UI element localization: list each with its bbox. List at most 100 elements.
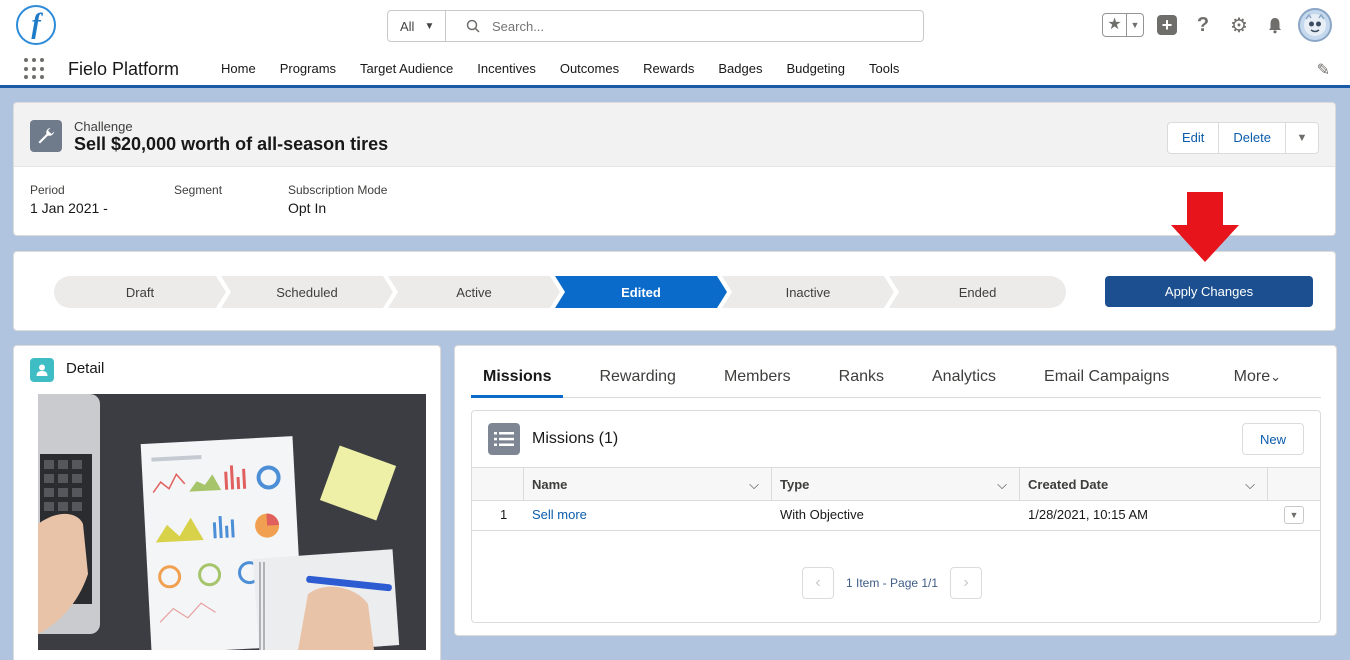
chevron-down-icon[interactable]: ⌵ [1245,468,1255,501]
record-header-top: Challenge Sell $20,000 worth of all-seas… [14,103,1335,167]
nav-item-badges[interactable]: Badges [706,52,774,85]
new-mission-button[interactable]: New [1242,423,1304,455]
app-nav-bar: Fielo Platform Home Programs Target Audi… [0,52,1350,88]
nav-item-rewards[interactable]: Rewards [631,52,706,85]
global-header: f All ▼ ★ ▼ + ? ⚙ [0,0,1350,52]
nav-items: Home Programs Target Audience Incentives… [209,52,911,85]
missions-related-list: Missions (1) New Name ⌵ Type ⌵ Created D… [471,410,1321,623]
search-scope-label: All [400,18,415,34]
app-name: Fielo Platform [68,59,180,79]
path-card: Draft Scheduled Active Edited Inactive E… [13,251,1336,331]
user-contact-icon [30,358,54,382]
column-header-label: Created Date [1028,477,1109,492]
nav-item-programs[interactable]: Programs [268,52,348,85]
row-number: 1 [500,507,508,522]
highlight-fields: Period 1 Jan 2021 - Segment Subscription… [30,183,448,216]
pagination-text: 1 Item - Page 1/1 [846,576,939,590]
record-header: Challenge Sell $20,000 worth of all-seas… [13,102,1336,236]
table-header: Name ⌵ Type ⌵ Created Date ⌵ [472,467,1320,501]
row-number-header [472,468,524,501]
list-icon [488,423,520,455]
pagination: ‹ 1 Item - Page 1/1 › [802,567,983,599]
field-value: Opt In [288,200,327,216]
chevron-down-icon: ▼ [424,20,435,32]
delete-button[interactable]: Delete [1219,123,1286,153]
field-period: Period 1 Jan 2021 - [30,183,174,216]
missions-title: Missions (1) [532,430,619,447]
nav-item-tools[interactable]: Tools [857,52,911,85]
tab-members[interactable]: Members [712,362,803,398]
next-page-chevron-right-icon[interactable]: › [950,567,983,599]
stage-ended[interactable]: Ended [889,276,1066,308]
column-header-label: Type [780,477,810,492]
tab-ranks[interactable]: Ranks [827,362,896,398]
chevron-down-icon[interactable]: ▼ [1127,20,1143,30]
previous-page-chevron-left-icon[interactable]: ‹ [802,567,834,599]
apply-changes-button[interactable]: Apply Changes [1105,276,1313,307]
notifications-bell-icon[interactable] [1262,12,1288,38]
stage-active[interactable]: Active [388,276,560,308]
field-label: Segment [174,183,223,197]
column-header-name[interactable]: Name ⌵ [524,468,772,501]
tab-more-label: More [1233,368,1271,385]
search-scope-dropdown[interactable]: All ▼ [388,11,446,41]
tab-analytics[interactable]: Analytics [920,362,1008,398]
global-actions-button[interactable]: + [1154,12,1180,38]
mission-created-date: 1/28/2021, 10:15 AM [1028,507,1148,522]
record-object-type: Challenge [74,119,133,134]
tab-bar: Missions Rewarding Members Ranks Analyti… [471,362,1321,398]
tab-rewarding[interactable]: Rewarding [587,362,687,398]
favorites-button[interactable]: ★ ▼ [1102,13,1144,37]
column-header-created-date[interactable]: Created Date ⌵ [1020,468,1268,501]
record-title: Sell $20,000 worth of all-season tires [74,134,389,154]
tab-missions[interactable]: Missions [471,362,564,398]
tab-more[interactable]: More⌄ [1234,368,1281,386]
column-header-type[interactable]: Type ⌵ [772,468,1020,501]
edit-nav-pencil-icon[interactable]: ✎ [1317,60,1330,80]
stage-path: Draft Scheduled Active Edited Inactive E… [54,276,1066,308]
detail-title: Detail [66,360,105,377]
tab-email-campaigns[interactable]: Email Campaigns [1032,362,1181,398]
header-utility-icons: ★ ▼ + ? ⚙ [1102,8,1332,42]
plus-icon: + [1157,15,1177,35]
detail-image [38,394,426,650]
detail-card: Detail [13,345,441,660]
nav-item-outcomes[interactable]: Outcomes [548,52,631,85]
related-tabs-card: Missions Rewarding Members Ranks Analyti… [454,345,1337,636]
fielo-logo-icon[interactable]: f [16,5,56,45]
chevron-down-icon: ⌄ [1270,369,1281,384]
wrench-icon [30,120,62,152]
chevron-down-icon[interactable]: ⌵ [749,468,759,501]
help-icon[interactable]: ? [1190,12,1216,38]
edit-button[interactable]: Edit [1168,123,1220,153]
search-input[interactable] [492,18,872,34]
mission-type: With Objective [780,507,864,522]
mission-name-link[interactable]: Sell more [532,501,587,529]
nav-item-budgeting[interactable]: Budgeting [774,52,857,85]
stage-edited[interactable]: Edited [555,276,727,308]
table-row: 1 Sell more With Objective 1/28/2021, 10… [472,501,1320,531]
nav-item-target-audience[interactable]: Target Audience [348,52,465,85]
setup-gear-icon[interactable]: ⚙ [1226,12,1252,38]
chevron-down-icon[interactable]: ⌵ [997,468,1007,501]
more-actions-chevron-down-icon[interactable]: ▼ [1286,123,1318,153]
row-actions-chevron-down-icon[interactable]: ▼ [1284,506,1304,524]
field-subscription-mode: Subscription Mode Opt In [288,183,448,216]
app-launcher-icon[interactable] [24,58,46,80]
column-header-label: Name [532,477,568,492]
record-actions: Edit Delete ▼ [1167,122,1319,154]
stage-inactive[interactable]: Inactive [722,276,894,308]
user-avatar[interactable] [1298,8,1332,42]
red-arrow-down-icon [1171,192,1239,262]
search-field [446,11,923,41]
stage-draft[interactable]: Draft [54,276,226,308]
nav-item-home[interactable]: Home [209,52,268,85]
field-label: Subscription Mode [288,183,388,197]
field-segment: Segment [174,183,288,216]
stage-scheduled[interactable]: Scheduled [221,276,393,308]
field-label: Period [30,183,65,197]
search-icon [466,19,480,33]
star-icon[interactable]: ★ [1103,14,1127,36]
field-value: 1 Jan 2021 - [30,200,108,216]
nav-item-incentives[interactable]: Incentives [465,52,548,85]
